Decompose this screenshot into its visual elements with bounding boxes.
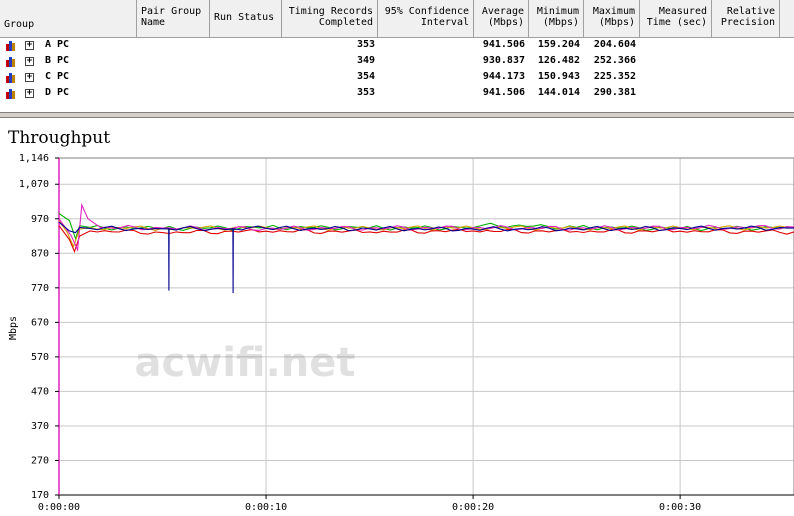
y-tick-label: 970 bbox=[31, 214, 49, 225]
table-row[interactable]: + B PC 349 930.837 126.482 252.366 bbox=[0, 54, 794, 70]
group-name: C PC bbox=[45, 71, 70, 82]
column-header-timing-records[interactable]: Timing Records Completed bbox=[282, 0, 378, 37]
table-header: Group Pair Group Name Run Status Timing … bbox=[0, 0, 794, 38]
x-tick-label: 0:00:30 bbox=[659, 502, 701, 513]
group-name: D PC bbox=[45, 87, 70, 98]
y-tick-label: 170 bbox=[31, 490, 49, 501]
timing-records-value: 349 bbox=[356, 55, 375, 66]
pair-group-icon bbox=[6, 73, 16, 83]
expand-icon[interactable]: + bbox=[25, 73, 34, 82]
average-value: 941.506 bbox=[482, 39, 525, 50]
y-tick-label: 1,070 bbox=[19, 179, 49, 190]
column-header-pair-group-name[interactable]: Pair Group Name bbox=[137, 0, 210, 37]
y-tick-label: 470 bbox=[31, 386, 49, 397]
average-value: 944.173 bbox=[482, 71, 525, 82]
chart-plot: 1,146 1,070 970 870 770 670 570 470 370 270 170 0:… bbox=[8, 153, 794, 513]
y-tick-label: 270 bbox=[31, 455, 49, 466]
y-tick-label: 570 bbox=[31, 352, 49, 363]
y-tick-label: 370 bbox=[31, 421, 49, 432]
table-row[interactable]: + D PC 353 941.506 144.014 290.381 bbox=[0, 86, 794, 102]
x-tick-label: 0:00:10 bbox=[245, 502, 287, 513]
column-header-group[interactable]: Group bbox=[0, 0, 137, 37]
y-axis-label: Mbps bbox=[8, 316, 19, 340]
group-name: B PC bbox=[45, 55, 70, 66]
x-tick-label: 0:00:00 bbox=[38, 502, 80, 513]
y-tick-label: 670 bbox=[31, 317, 49, 328]
expand-icon[interactable]: + bbox=[25, 41, 34, 50]
column-header-maximum[interactable]: Maximum (Mbps) bbox=[584, 0, 640, 37]
plot-frame bbox=[58, 157, 794, 496]
pair-group-icon bbox=[6, 89, 16, 99]
x-tick-label: 0:00:20 bbox=[452, 502, 494, 513]
column-header-measured-time[interactable]: Measured Time (sec) bbox=[640, 0, 712, 37]
column-header-relative-precision[interactable]: Relative Precision bbox=[712, 0, 780, 37]
table-row[interactable]: + A PC 353 941.506 159.204 204.604 bbox=[0, 38, 794, 54]
maximum-value: 225.352 bbox=[593, 71, 636, 82]
timing-records-value: 354 bbox=[356, 71, 375, 82]
y-tick-label: 1,146 bbox=[19, 153, 49, 164]
column-header-confidence-interval[interactable]: 95% Confidence Interval bbox=[378, 0, 474, 37]
minimum-value: 144.014 bbox=[537, 87, 580, 98]
pair-group-icon bbox=[6, 41, 16, 51]
watermark-text: acwifi.net bbox=[135, 340, 356, 386]
minimum-value: 150.943 bbox=[537, 71, 580, 82]
group-name: A PC bbox=[45, 39, 70, 50]
y-tick-label: 870 bbox=[31, 248, 49, 259]
pair-group-icon bbox=[6, 57, 16, 67]
column-header-minimum[interactable]: Minimum (Mbps) bbox=[529, 0, 584, 37]
maximum-value: 252.366 bbox=[593, 55, 636, 66]
expand-icon[interactable]: + bbox=[25, 57, 34, 66]
maximum-value: 290.381 bbox=[593, 87, 636, 98]
minimum-value: 126.482 bbox=[537, 55, 580, 66]
timing-records-value: 353 bbox=[356, 87, 375, 98]
minimum-value: 159.204 bbox=[537, 39, 580, 50]
table-row[interactable]: + C PC 354 944.173 150.943 225.352 bbox=[0, 70, 794, 86]
average-value: 941.506 bbox=[482, 87, 525, 98]
maximum-value: 204.604 bbox=[593, 39, 636, 50]
throughput-chart: Throughput 1,146 1,070 970 870 770 670 570 470 3… bbox=[0, 118, 794, 516]
expand-icon[interactable]: + bbox=[25, 89, 34, 98]
results-table: Group Pair Group Name Run Status Timing … bbox=[0, 0, 794, 112]
column-header-average[interactable]: Average (Mbps) bbox=[474, 0, 529, 37]
y-tick-label: 770 bbox=[31, 283, 49, 294]
average-value: 930.837 bbox=[482, 55, 525, 66]
timing-records-value: 353 bbox=[356, 39, 375, 50]
column-header-run-status[interactable]: Run Status bbox=[210, 0, 282, 37]
